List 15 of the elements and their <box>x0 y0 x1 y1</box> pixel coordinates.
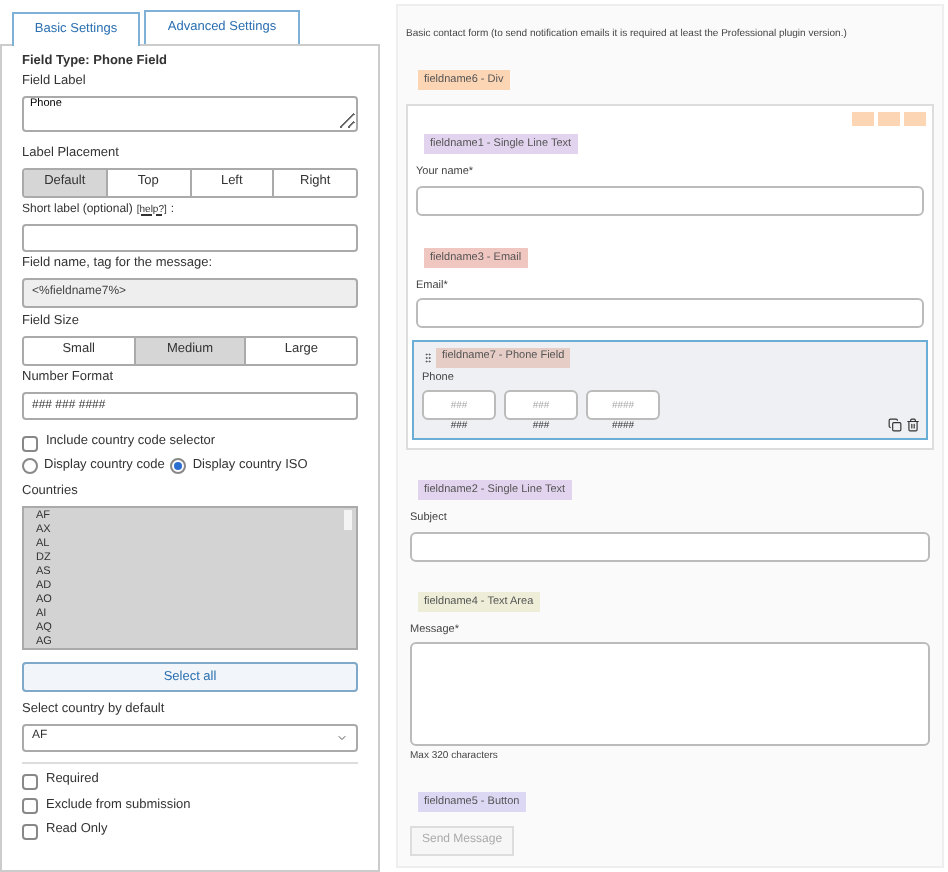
delete-icon[interactable] <box>906 418 920 432</box>
radio-button[interactable] <box>170 458 187 474</box>
scrollbar[interactable] <box>344 509 352 529</box>
short-label-input[interactable] <box>22 223 358 251</box>
text-field[interactable] <box>416 298 924 328</box>
chevron-down-icon <box>336 731 348 743</box>
checkbox[interactable] <box>22 435 38 451</box>
checkbox[interactable] <box>22 798 38 814</box>
text-area[interactable] <box>410 642 930 746</box>
text-field[interactable] <box>416 185 924 215</box>
radio-button[interactable] <box>22 458 38 474</box>
checkbox[interactable] <box>22 773 38 789</box>
duplicate-icon[interactable] <box>888 418 902 432</box>
checkbox[interactable] <box>22 823 38 839</box>
text-field[interactable] <box>410 531 930 561</box>
